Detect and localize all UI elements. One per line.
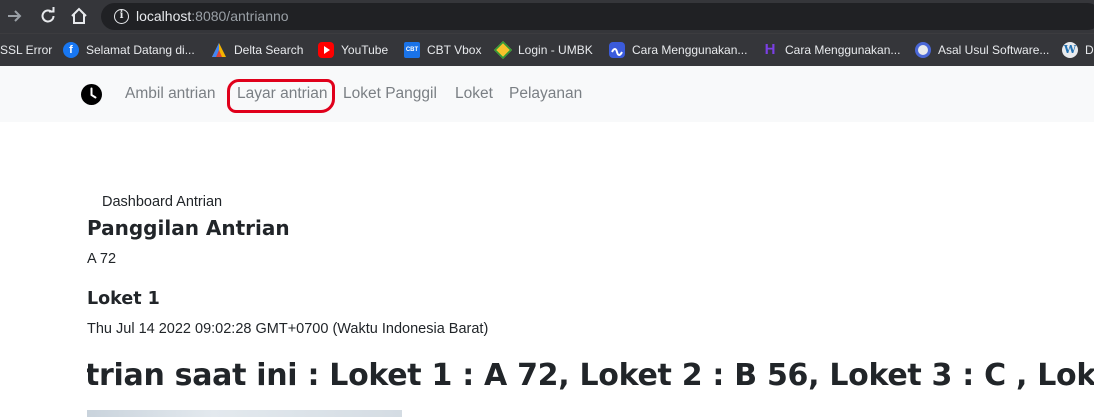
home-icon — [71, 7, 87, 24]
bookmark-label: YouTube — [341, 43, 389, 57]
bookmark-label: CBT Vbox — [427, 43, 482, 57]
nav-loket[interactable]: Loket — [455, 85, 493, 103]
nav-pelayanan[interactable]: Pelayanan — [509, 85, 582, 103]
app-navbar: Ambil antrian Layar antrian Loket Panggi… — [0, 66, 1094, 122]
current-queue-number: A 72 — [87, 251, 117, 267]
banner-image — [87, 410, 402, 417]
dashboard-title: Dashboard Antrian — [102, 194, 223, 210]
bookmark-label: Cara Menggunakan... — [785, 43, 901, 57]
arrow-right-icon — [8, 10, 22, 22]
browser-toolbar: i localhost:8080/antrianno — [0, 0, 1094, 33]
bookmark-label: D — [1085, 43, 1094, 57]
umbk-icon — [493, 40, 513, 59]
globe-icon — [915, 41, 931, 58]
info-icon[interactable]: i — [114, 9, 129, 24]
wordpress-icon: W — [1062, 41, 1078, 58]
loket-heading: Loket 1 — [87, 289, 160, 309]
cara-h-icon: H — [764, 40, 776, 58]
bookmark-cara-menggunakan-2[interactable]: H Cara Menggunakan... — [762, 40, 901, 60]
cbt-icon: CBT — [404, 41, 420, 58]
bookmark-d[interactable]: WD — [1062, 40, 1094, 60]
main-content: Dashboard Antrian Panggilan Antrian A 72… — [0, 122, 1094, 417]
reload-icon — [41, 7, 55, 23]
address-bar[interactable]: i localhost:8080/antrianno — [101, 3, 1094, 30]
marquee-text: Antrian saat ini : Loket 1 : A 72, Loket… — [87, 358, 1094, 393]
url-host: localhost — [136, 8, 192, 24]
facebook-icon: f — [63, 41, 79, 58]
back-button[interactable] — [2, 4, 28, 28]
nav-loket-panggil[interactable]: Loket Panggil — [343, 85, 437, 103]
cara-icon — [609, 41, 625, 58]
url-text[interactable]: localhost:8080/antrianno — [136, 8, 289, 24]
bookmark-cbt-vbox[interactable]: CBT CBT Vbox — [404, 40, 481, 60]
page-heading: Panggilan Antrian — [87, 216, 290, 240]
youtube-icon — [318, 41, 334, 58]
bookmark-cara-menggunakan-1[interactable]: Cara Menggunakan... — [609, 40, 747, 60]
datetime-text: Thu Jul 14 2022 09:02:28 GMT+0700 (Waktu… — [87, 321, 489, 337]
bookmark-label: SSL Error — [0, 43, 53, 57]
bookmark-label: Delta Search — [234, 43, 304, 57]
nav-ambil-antrian[interactable]: Ambil antrian — [125, 85, 215, 103]
queue-marquee: Antrian saat ini : Loket 1 : A 72, Loket… — [87, 358, 1094, 400]
bookmark-login-umbk[interactable]: Login - UMBK — [493, 40, 593, 60]
reload-button[interactable] — [35, 4, 61, 28]
nav-layar-antrian[interactable]: Layar antrian — [237, 85, 327, 103]
bookmark-delta-search[interactable]: Delta Search — [211, 40, 303, 60]
bookmark-youtube[interactable]: YouTube — [318, 40, 388, 60]
clock-icon[interactable] — [81, 84, 102, 105]
bookmark-selamat-datang[interactable]: f Selamat Datang di... — [63, 40, 195, 60]
home-button[interactable] — [66, 4, 92, 28]
bookmark-label: Login - UMBK — [518, 43, 593, 57]
bookmark-label: Selamat Datang di... — [86, 43, 195, 57]
bookmark-ssl-error[interactable]: SSL Error — [0, 40, 52, 60]
url-path: :8080/antrianno — [191, 8, 289, 24]
bookmarks-bar: SSL Error f Selamat Datang di... Delta Se… — [0, 33, 1094, 66]
bookmark-label: Asal Usul Software... — [938, 43, 1050, 57]
bookmark-label: Cara Menggunakan... — [632, 43, 748, 57]
bookmark-asal-usul[interactable]: Asal Usul Software... — [915, 40, 1049, 60]
delta-icon — [211, 42, 227, 58]
